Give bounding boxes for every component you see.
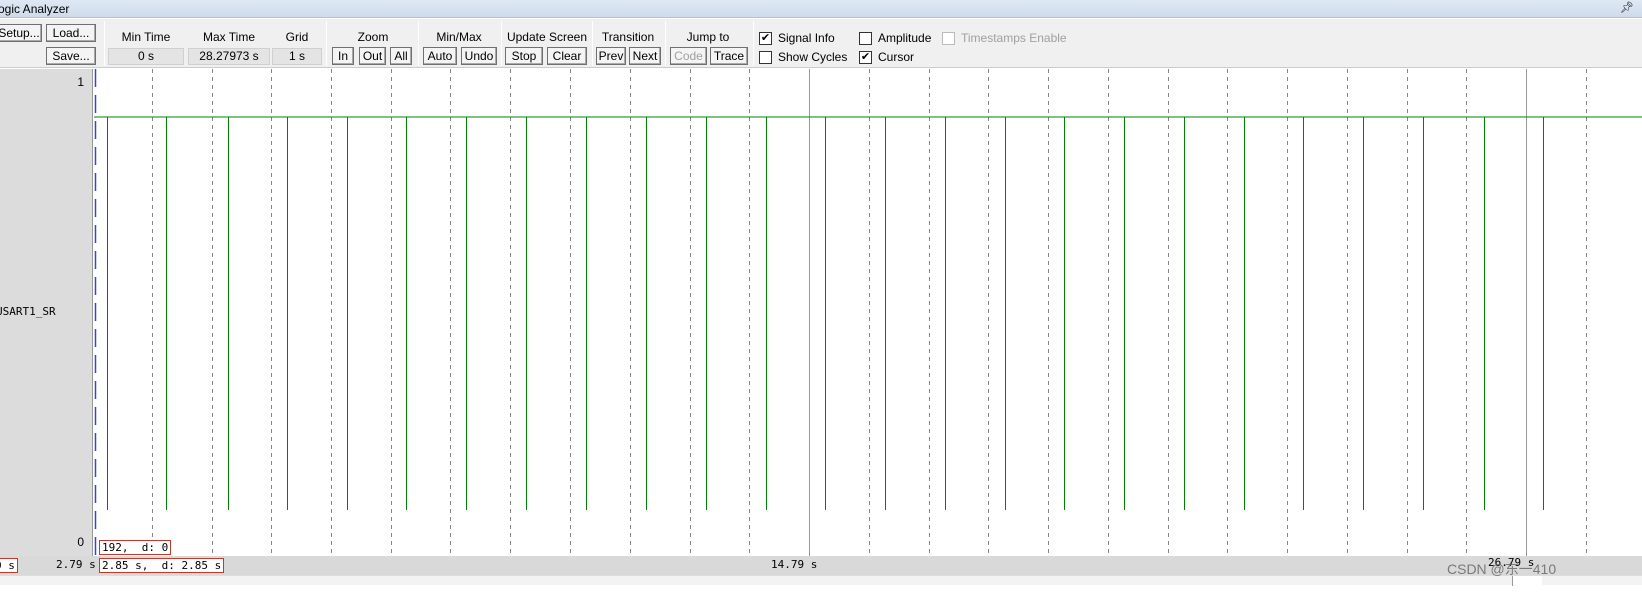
waveform-plot[interactable]: 192, d: 0 bbox=[94, 69, 1642, 556]
toolbar: Setup... Load... Save... Min Time 0 s Ma… bbox=[0, 19, 1642, 68]
signal-info-label: Signal Info bbox=[778, 31, 835, 45]
y-max-label: 1 bbox=[77, 75, 84, 89]
signal-info-checkbox[interactable]: ✔ Signal Info bbox=[759, 31, 835, 45]
signal-name[interactable]: USART1_SR bbox=[0, 305, 56, 318]
watermark: CSDN @东一410 bbox=[1447, 561, 1557, 577]
save-button[interactable]: Save... bbox=[46, 47, 96, 65]
waveform-svg bbox=[94, 69, 1642, 556]
minmax-label: Min/Max bbox=[436, 30, 482, 44]
time-axis: 0 s 2.79 s 2.85 s, d: 2.85 s 14.79 s 26.… bbox=[0, 556, 1642, 575]
update-screen-label: Update Screen bbox=[506, 30, 588, 44]
stop-button[interactable]: Stop bbox=[505, 47, 543, 65]
timestamps-enable-checkbox[interactable]: Timestamps Enable bbox=[942, 31, 1067, 45]
cursor-time-readout: 2.85 s, d: 2.85 s bbox=[99, 558, 225, 573]
signal-trace bbox=[94, 116, 1642, 510]
undo-button[interactable]: Undo bbox=[461, 47, 497, 65]
check-icon: ✔ bbox=[759, 31, 772, 45]
signal-list-panel[interactable]: 1 USART1_SR 0 bbox=[0, 69, 93, 556]
auto-button[interactable]: Auto bbox=[423, 47, 457, 65]
jump-trace-button[interactable]: Trace bbox=[710, 47, 748, 65]
max-time-label: Max Time bbox=[202, 30, 255, 44]
title-bar: ogic Analyzer 📌︎ bbox=[0, 0, 1642, 18]
jump-to-label: Jump to bbox=[686, 30, 730, 44]
cursor-checkbox[interactable]: ✔ Cursor bbox=[859, 50, 914, 64]
timestamps-label: Timestamps Enable bbox=[961, 31, 1067, 45]
value-readout: 192, d: 0 bbox=[99, 540, 172, 555]
max-time-value: 28.27973 s bbox=[188, 48, 270, 65]
load-button[interactable]: Load... bbox=[46, 24, 96, 42]
min-time-label: Min Time bbox=[121, 30, 171, 44]
amplitude-label: Amplitude bbox=[878, 31, 932, 45]
y-min-label: 0 bbox=[77, 535, 84, 549]
horizontal-scrollbar[interactable] bbox=[0, 575, 1642, 586]
axis-start-label: 2.79 s bbox=[56, 558, 96, 571]
left-time-readout: 0 s bbox=[0, 558, 18, 573]
zoom-out-button[interactable]: Out bbox=[359, 47, 386, 65]
axis-mid-label: 14.79 s bbox=[771, 558, 818, 571]
setup-button[interactable]: Setup... bbox=[0, 24, 42, 42]
zoom-label: Zoom bbox=[357, 30, 389, 44]
zoom-in-button[interactable]: In bbox=[332, 47, 354, 65]
window-title: ogic Analyzer bbox=[0, 2, 70, 16]
transition-label: Transition bbox=[601, 30, 655, 44]
show-cycles-label: Show Cycles bbox=[778, 50, 848, 64]
pin-icon[interactable]: 📌︎ bbox=[1620, 1, 1634, 14]
next-button[interactable]: Next bbox=[629, 47, 661, 65]
jump-code-button[interactable]: Code bbox=[670, 47, 707, 65]
prev-button[interactable]: Prev bbox=[596, 47, 626, 65]
grid-label: Grid bbox=[285, 30, 309, 44]
check-icon: ✔ bbox=[859, 50, 872, 64]
show-cycles-checkbox[interactable]: Show Cycles bbox=[759, 50, 847, 64]
grid-value: 1 s bbox=[272, 48, 322, 65]
amplitude-checkbox[interactable]: Amplitude bbox=[859, 31, 931, 45]
min-time-value: 0 s bbox=[108, 48, 184, 65]
clear-button[interactable]: Clear bbox=[547, 47, 587, 65]
cursor-label: Cursor bbox=[878, 50, 915, 64]
zoom-all-button[interactable]: All bbox=[390, 47, 412, 65]
